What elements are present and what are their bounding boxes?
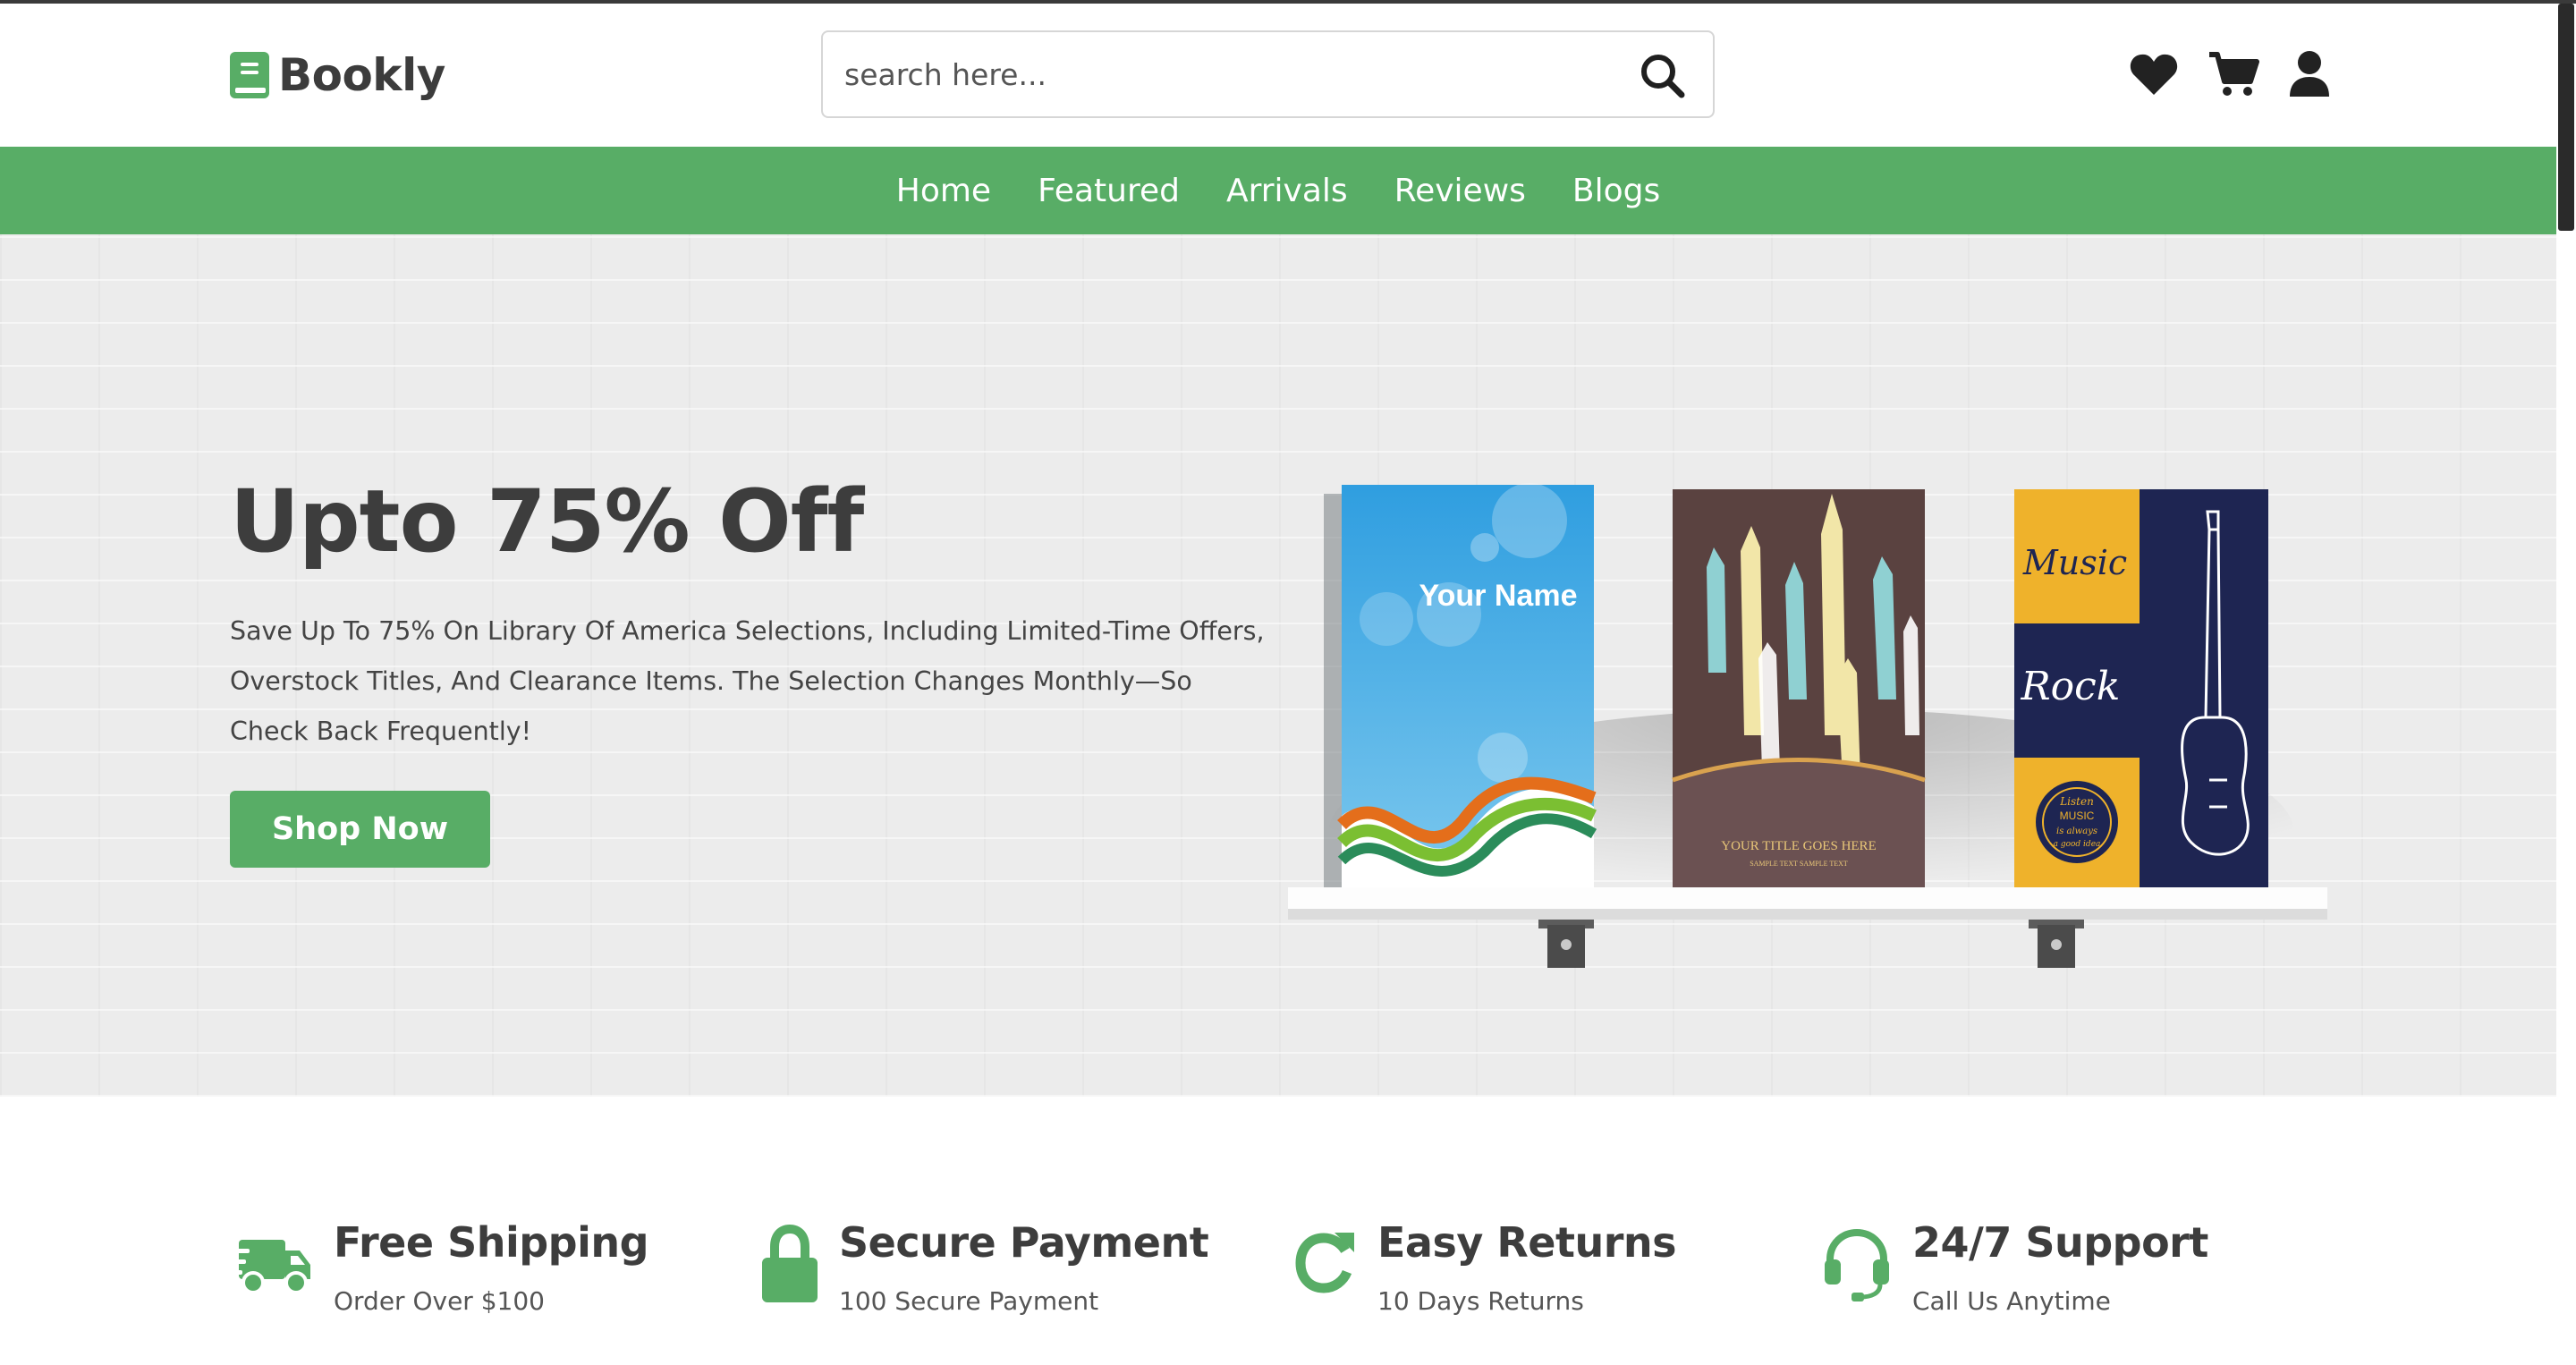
search-box xyxy=(821,30,1715,118)
book-2-subtitle-text: SAMPLE TEXT SAMPLE TEXT xyxy=(1750,860,1848,868)
brand-name: Bookly xyxy=(278,49,445,101)
book-cover-1: Your Name xyxy=(1324,483,1597,896)
heart-icon[interactable] xyxy=(2129,52,2179,100)
main-nav: Home Featured Arrivals Reviews Blogs xyxy=(0,147,2556,234)
feature-support: 24/7 Support Call Us Anytime xyxy=(1821,1218,2208,1316)
lock-icon xyxy=(760,1224,819,1306)
nav-home[interactable]: Home xyxy=(873,173,1014,209)
scrollbar-thumb[interactable] xyxy=(2558,4,2574,231)
nav-arrivals[interactable]: Arrivals xyxy=(1203,173,1371,209)
nav-featured[interactable]: Featured xyxy=(1014,173,1203,209)
features-row: Free Shipping Order Over $100 Secure Pay… xyxy=(0,1097,2556,1365)
feature-easy-returns: Easy Returns 10 Days Returns xyxy=(1293,1218,1677,1316)
book-cover-2: YOUR TITLE GOES HERE SAMPLE TEXT SAMPLE … xyxy=(1672,489,1926,887)
feature-secure-payment: Secure Payment 100 Secure Payment xyxy=(760,1218,1209,1316)
book-3-badge-line-3: is always xyxy=(2056,827,2097,836)
nav-blogs[interactable]: Blogs xyxy=(1549,173,1683,209)
user-icon[interactable] xyxy=(2288,50,2331,102)
book-3-rock-text: Rock xyxy=(2021,664,2121,709)
truck-icon xyxy=(230,1224,314,1306)
book-3-music-text: Music xyxy=(2022,543,2127,582)
hero-banner: Upto 75% Off Save Up To 75% On Library O… xyxy=(0,234,2556,1097)
feature-title: Easy Returns xyxy=(1377,1218,1677,1267)
feature-subtitle: 100 Secure Payment xyxy=(839,1286,1099,1316)
headset-icon xyxy=(1821,1224,1893,1306)
search-icon[interactable] xyxy=(1637,50,1689,102)
hero-title: Upto 75% Off xyxy=(230,471,864,572)
feature-subtitle: 10 Days Returns xyxy=(1377,1286,1584,1316)
feature-free-shipping: Free Shipping Order Over $100 xyxy=(230,1218,649,1316)
brand-logo[interactable]: Bookly xyxy=(230,49,445,101)
feature-title: Secure Payment xyxy=(839,1218,1209,1267)
feature-title: 24/7 Support xyxy=(1912,1218,2208,1267)
book-shelf-illustration: Your Name YOUR TITLE GOES HERE SAMPLE TE… xyxy=(1288,483,2327,968)
book-3-badge-line-4: a good idea xyxy=(2054,840,2101,849)
book-cover-3: Music Rock Listen MUSIC is always a good… xyxy=(2014,489,2268,887)
site-header: Bookly xyxy=(0,4,2556,147)
book-1-cover-text: Your Name xyxy=(1419,579,1578,613)
book-icon xyxy=(230,52,269,98)
nav-reviews[interactable]: Reviews xyxy=(1371,173,1549,209)
search-input[interactable] xyxy=(844,48,1560,100)
book-2-title-text: YOUR TITLE GOES HERE xyxy=(1721,839,1876,853)
cart-icon[interactable] xyxy=(2207,51,2259,101)
feature-subtitle: Call Us Anytime xyxy=(1912,1286,2111,1316)
shelf-board xyxy=(1288,887,2327,920)
nav-list: Home Featured Arrivals Reviews Blogs xyxy=(0,147,2556,234)
page: Bookly search here... Home Featured Arri… xyxy=(0,0,2576,1365)
header-actions xyxy=(2129,50,2331,102)
shop-now-button[interactable]: Shop Now xyxy=(230,791,490,868)
redo-icon xyxy=(1293,1224,1358,1306)
book-3-badge-line-2: MUSIC xyxy=(2060,810,2095,822)
hero-description: Save Up To 75% On Library Of America Sel… xyxy=(230,616,1265,746)
feature-subtitle: Order Over $100 xyxy=(334,1286,545,1316)
feature-title: Free Shipping xyxy=(334,1218,649,1267)
book-3-badge-line-1: Listen xyxy=(2059,795,2094,808)
